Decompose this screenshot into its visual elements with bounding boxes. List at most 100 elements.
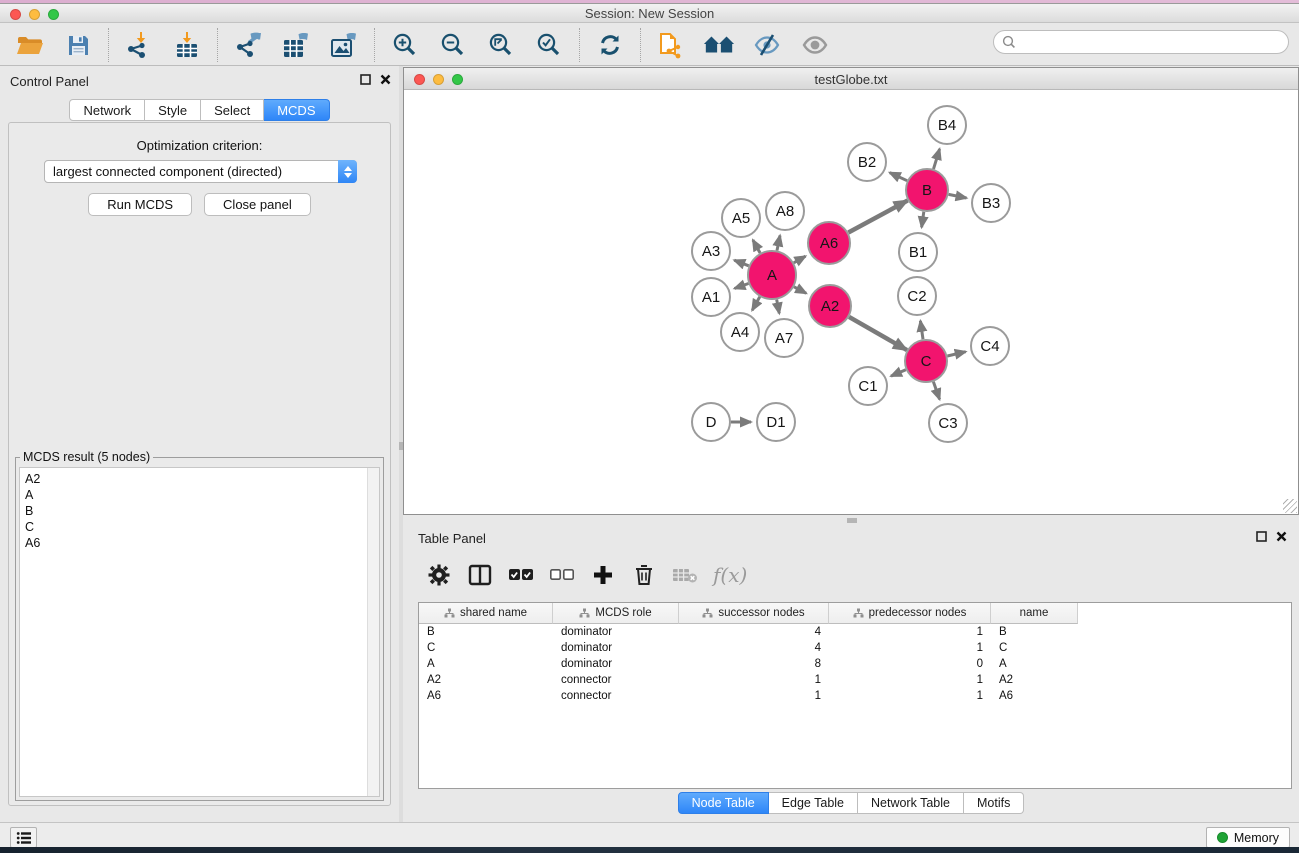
graph-node-C1[interactable]: C1 [849,367,887,405]
network-graph[interactable]: B4B2BB3B1A5A8A6A3AA1A2C2A4A7C4CC1C3DD1 [404,90,1298,514]
table-cell[interactable]: C [419,642,553,654]
graph-node-B2[interactable]: B2 [848,143,886,181]
table-cell[interactable]: dominator [553,658,679,670]
table-cell[interactable]: A2 [991,674,1078,686]
export-network-icon[interactable] [232,29,264,61]
clear-table-icon[interactable] [672,562,698,588]
show-details-icon[interactable] [799,29,831,61]
zoom-fit-icon[interactable] [485,29,517,61]
run-mcds-button[interactable]: Run MCDS [88,193,192,216]
select-all-icon[interactable] [508,562,534,588]
table-cell[interactable]: A6 [991,690,1078,702]
save-icon[interactable] [62,29,94,61]
split-view-icon[interactable] [467,562,493,588]
column-header-predecessor-nodes[interactable]: predecessor nodes [829,603,991,624]
graph-edge-A-A3[interactable] [734,260,748,266]
graph-edge-B-B4[interactable] [934,149,940,169]
hide-details-icon[interactable] [751,29,783,61]
table-cell[interactable]: B [991,626,1078,638]
export-image-icon[interactable] [328,29,360,61]
graph-node-A4[interactable]: A4 [721,313,759,351]
float-table-panel-icon[interactable] [1256,531,1267,542]
graph-edge-A-A4[interactable] [752,297,760,310]
close-panel-icon[interactable] [380,74,391,85]
table-cell[interactable]: 8 [679,658,829,670]
tab-style[interactable]: Style [145,99,201,121]
table-cell[interactable]: A6 [419,690,553,702]
table-cell[interactable]: 1 [679,690,829,702]
table-cell[interactable]: A [991,658,1078,670]
graph-edge-C-C2[interactable] [920,321,923,339]
zoom-in-icon[interactable] [389,29,421,61]
table-row[interactable]: Cdominator41C [419,640,1291,656]
table-cell[interactable]: A2 [419,674,553,686]
table-cell[interactable]: connector [553,690,679,702]
tab-network-table[interactable]: Network Table [858,792,964,814]
graph-node-C[interactable]: C [905,340,947,382]
table-cell[interactable]: 4 [679,642,829,654]
graph-node-A2[interactable]: A2 [809,285,851,327]
graph-node-B3[interactable]: B3 [972,184,1010,222]
graph-edge-A-A8[interactable] [777,236,780,251]
table-cell[interactable]: 1 [829,690,991,702]
memory-button[interactable]: Memory [1206,827,1290,848]
column-header-shared-name[interactable]: shared name [419,603,553,624]
zoom-out-icon[interactable] [437,29,469,61]
open-folder-icon[interactable] [14,29,46,61]
close-panel-button[interactable]: Close panel [204,193,311,216]
result-list-item[interactable]: A [25,487,40,503]
tab-mcds[interactable]: MCDS [264,99,329,121]
graph-edge-B-B2[interactable] [890,173,907,181]
table-cell[interactable]: 1 [829,674,991,686]
import-network-icon[interactable] [123,29,155,61]
table-cell[interactable]: 1 [829,642,991,654]
graph-edge-C-C4[interactable] [947,352,965,356]
table-cell[interactable]: 1 [829,626,991,638]
tab-edge-table[interactable]: Edge Table [769,792,858,814]
graph-node-D1[interactable]: D1 [757,403,795,441]
result-list-item[interactable]: C [25,519,40,535]
tab-network[interactable]: Network [69,99,145,121]
graph-edge-A-A5[interactable] [753,240,760,253]
function-builder-icon[interactable]: f(x) [713,563,747,587]
table-settings-icon[interactable] [426,562,452,588]
graph-edge-A2-C[interactable] [849,317,907,350]
import-table-icon[interactable] [171,29,203,61]
float-panel-icon[interactable] [360,74,371,85]
graph-node-B[interactable]: B [906,169,948,211]
graph-edge-A6-B[interactable] [848,201,907,233]
search-input[interactable] [1022,35,1280,49]
column-header-MCDS-role[interactable]: MCDS role [553,603,679,624]
table-cell[interactable]: A [419,658,553,670]
table-cell[interactable]: connector [553,674,679,686]
graph-edge-B-B1[interactable] [922,212,924,228]
graph-node-A6[interactable]: A6 [808,222,850,264]
graph-edge-B-B3[interactable] [949,194,967,198]
tab-node-table[interactable]: Node Table [678,792,769,814]
result-list-item[interactable]: B [25,503,40,519]
horizontal-splitter[interactable] [847,518,857,523]
table-row[interactable]: A2connector11A2 [419,672,1291,688]
table-cell[interactable]: 4 [679,626,829,638]
graph-edge-A-A7[interactable] [777,300,780,314]
result-list-item[interactable]: A2 [25,471,40,487]
graph-node-A5[interactable]: A5 [722,199,760,237]
graph-node-B4[interactable]: B4 [928,106,966,144]
table-cell[interactable]: 0 [829,658,991,670]
delete-column-icon[interactable] [631,562,657,588]
graph-edge-A-A1[interactable] [735,284,749,289]
graph-node-C3[interactable]: C3 [929,404,967,442]
table-cell[interactable]: dominator [553,626,679,638]
mcds-result-list[interactable]: A2ABCA6 [19,467,380,797]
close-table-panel-icon[interactable] [1276,531,1287,542]
graph-node-B1[interactable]: B1 [899,233,937,271]
refresh-icon[interactable] [594,29,626,61]
result-list-item[interactable]: A6 [25,535,40,551]
table-cell[interactable]: 1 [679,674,829,686]
graph-node-A[interactable]: A [748,251,796,299]
graph-node-A7[interactable]: A7 [765,319,803,357]
table-cell[interactable]: C [991,642,1078,654]
graph-node-A3[interactable]: A3 [692,232,730,270]
graph-edge-C-C3[interactable] [933,382,939,400]
column-header-name[interactable]: name [991,603,1078,624]
